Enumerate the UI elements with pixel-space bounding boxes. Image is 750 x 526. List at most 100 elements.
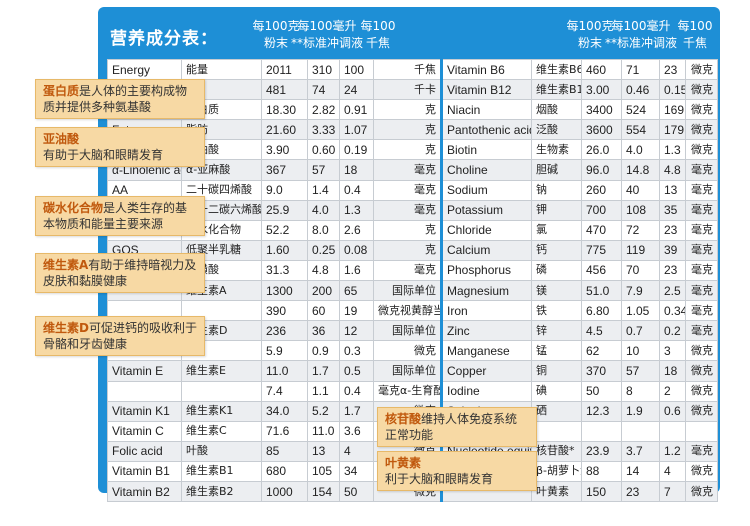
left-nutrient-en-cell: Folic acid: [107, 440, 182, 462]
left-col-header-kj-line2: 千焦: [365, 36, 390, 50]
right-unit-cell: 毫克: [685, 259, 718, 282]
right-nutrient-zh-cell: 铁: [531, 300, 582, 322]
right-per-100g-cell: 700: [581, 199, 622, 221]
right-per-100g-cell: 460: [581, 58, 622, 81]
right-per-100ml-cell: 3.7: [621, 440, 660, 462]
right-per-100g-cell: 26.0: [581, 139, 622, 161]
right-per-100ml-cell: 0.7: [621, 320, 660, 342]
right-per-100kj-cell: 179: [659, 119, 686, 141]
right-per-100ml-cell: 1.9: [621, 400, 660, 422]
left-col-header-liquid-line1: 每100毫升: [297, 19, 357, 33]
right-unit-cell: 微克: [685, 360, 718, 382]
table-row: Vitamin E 维生素E 11.0 1.7 0.5 国际单位 Copper 铜 370 57 1…: [107, 360, 718, 382]
callout-linoleic-title: 亚油酸: [43, 132, 80, 146]
right-nutrient-en-cell: Phosphorus: [441, 259, 532, 282]
left-per-100g-cell: 9.0: [261, 179, 308, 201]
right-nutrient-zh-cell: 核苷酸*: [531, 440, 582, 462]
table-title: 营养成分表：: [110, 29, 218, 49]
left-per-100g-cell: 7.4: [261, 380, 308, 402]
callout-protein-title: 蛋白质: [43, 84, 80, 98]
right-nutrient-zh-cell: 维生素B12: [531, 79, 582, 101]
callout-linoleic-text: 有助于大脑和眼睛发育: [43, 148, 164, 162]
right-per-100ml-cell: 524: [621, 99, 660, 121]
left-unit-cell: 克: [373, 99, 443, 121]
left-per-100g-cell: 1000: [261, 480, 308, 503]
right-unit-cell: 毫克: [685, 219, 718, 241]
right-per-100kj-cell: 23: [659, 259, 686, 282]
left-nutrient-zh-cell: 维生素C: [181, 420, 262, 442]
left-per-100g-cell: 21.60: [261, 119, 308, 141]
left-col-header-kj: 每100 千焦: [360, 18, 396, 52]
left-per-100ml-cell: 3.33: [307, 119, 340, 141]
left-per-100kj-cell: 100: [339, 58, 374, 81]
right-nutrient-en-cell: Biotin: [441, 139, 532, 161]
right-nutrient-en-cell: Manganese: [441, 340, 532, 362]
left-per-100ml-cell: 200: [307, 280, 340, 302]
right-per-100g-cell: 23.9: [581, 440, 622, 462]
left-unit-cell: 国际单位: [373, 360, 443, 382]
right-unit-cell: 毫克: [685, 300, 718, 322]
right-nutrient-zh-cell: 钾: [531, 199, 582, 221]
right-nutrient-zh-cell: 硒: [531, 400, 582, 422]
right-per-100kj-cell: 0.15: [659, 79, 686, 101]
right-nutrient-zh-cell: 锌: [531, 320, 582, 342]
right-per-100g-cell: [581, 420, 622, 442]
right-per-100ml-cell: 40: [621, 179, 660, 201]
right-nutrient-zh-cell: 碘: [531, 380, 582, 402]
left-unit-cell: 国际单位: [373, 280, 443, 302]
right-nutrient-en-cell: Copper: [441, 360, 532, 382]
left-nutrient-zh-cell: 维生素B1: [181, 460, 262, 482]
right-nutrient-zh-cell: [531, 420, 582, 442]
right-nutrient-zh-cell: 铜: [531, 360, 582, 382]
right-nutrient-zh-cell: 镁: [531, 280, 582, 302]
right-col-header-liquid-line2: **标准冲调液: [604, 36, 677, 50]
right-nutrient-zh-cell: 磷: [531, 259, 582, 282]
left-per-100g-cell: 390: [261, 300, 308, 322]
left-per-100kj-cell: 4: [339, 440, 374, 462]
right-nutrient-en-cell: Sodium: [441, 179, 532, 201]
callout-protein: 蛋白质是人体的主要构成物质并提供多种氨基酸: [35, 79, 205, 119]
left-nutrient-zh-cell: 维生素K1: [181, 400, 262, 422]
right-col-header-liquid: 每100毫升 **标准冲调液: [604, 18, 678, 52]
left-per-100g-cell: 18.30: [261, 99, 308, 121]
left-nutrient-zh-cell: 叶酸: [181, 440, 262, 462]
left-per-100kj-cell: 1.7: [339, 400, 374, 422]
right-nutrient-zh-cell: 烟酸: [531, 99, 582, 121]
left-unit-cell: 毫克: [373, 179, 443, 201]
left-per-100g-cell: 236: [261, 320, 308, 342]
right-per-100kj-cell: 4.8: [659, 159, 686, 181]
left-nutrient-en-cell: Vitamin K1: [107, 400, 182, 422]
right-per-100kj-cell: 1.2: [659, 440, 686, 462]
left-unit-cell: 微克: [373, 340, 443, 362]
right-per-100kj-cell: 3: [659, 340, 686, 362]
right-per-100g-cell: 50: [581, 380, 622, 402]
left-per-100ml-cell: 74: [307, 79, 340, 101]
left-per-100kj-cell: 0.4: [339, 380, 374, 402]
left-nutrient-zh-cell: [181, 380, 262, 402]
right-per-100kj-cell: 23: [659, 58, 686, 81]
right-unit-cell: 微克: [685, 380, 718, 402]
left-per-100ml-cell: 1.7: [307, 360, 340, 382]
right-unit-cell: 毫克: [685, 179, 718, 201]
right-nutrient-en-cell: Iron: [441, 300, 532, 322]
left-unit-cell: 克: [373, 139, 443, 161]
left-per-100kj-cell: 1.3: [339, 199, 374, 221]
right-per-100kj-cell: 0.34: [659, 300, 686, 322]
left-per-100ml-cell: 2.82: [307, 99, 340, 121]
right-col-header-kj: 每100 千焦: [677, 18, 713, 52]
right-nutrient-en-cell: Vitamin B6: [441, 58, 532, 81]
left-nutrient-en-cell: Vitamin B2: [107, 480, 182, 503]
right-nutrient-en-cell: Chloride: [441, 219, 532, 241]
right-per-100g-cell: 88: [581, 460, 622, 482]
callout-lutein-title: 叶黄素: [385, 456, 422, 470]
left-per-100g-cell: 1.60: [261, 239, 308, 261]
right-col-header-kj-line1: 每100: [677, 19, 713, 33]
left-per-100ml-cell: 60: [307, 300, 340, 322]
left-per-100g-cell: 5.9: [261, 340, 308, 362]
left-per-100ml-cell: 11.0: [307, 420, 340, 442]
left-per-100ml-cell: 1.1: [307, 380, 340, 402]
right-per-100g-cell: 260: [581, 179, 622, 201]
right-nutrient-zh-cell: 生物素: [531, 139, 582, 161]
left-per-100kj-cell: 24: [339, 79, 374, 101]
right-per-100ml-cell: 7.9: [621, 280, 660, 302]
